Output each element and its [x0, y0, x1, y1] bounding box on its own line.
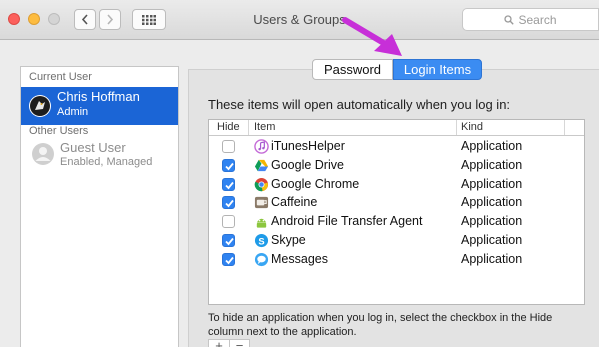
- search-icon: [504, 14, 515, 25]
- user-list-sidebar: Current User Chris Hoffman Admin Other U…: [20, 66, 179, 347]
- column-header-item[interactable]: Item: [254, 121, 275, 133]
- item-kind: Application: [461, 195, 523, 210]
- caffeine-icon: [254, 195, 269, 210]
- tab-password[interactable]: Password: [312, 59, 393, 80]
- hide-checkbox[interactable]: [222, 158, 235, 172]
- hide-checkbox[interactable]: [222, 177, 235, 191]
- table-row[interactable]: Messages Application: [209, 250, 584, 269]
- messages-icon: [254, 252, 269, 267]
- toolbar: Users & Groups Search: [0, 0, 599, 40]
- android-icon: [254, 214, 269, 229]
- skype-icon: S: [254, 233, 269, 248]
- add-remove-controls: + −: [208, 339, 250, 347]
- item-name: Messages: [271, 251, 328, 266]
- table-row[interactable]: Google Chrome Application: [209, 175, 584, 194]
- table-row[interactable]: S Skype Application: [209, 231, 584, 250]
- current-user-header: Current User: [29, 71, 92, 83]
- item-kind: Application: [461, 139, 523, 153]
- table-row[interactable]: iTunesHelper Application: [209, 137, 584, 156]
- svg-text:S: S: [258, 236, 264, 246]
- user-row-current[interactable]: Chris Hoffman Admin: [21, 87, 178, 125]
- guest-user-name: Guest User: [60, 140, 126, 155]
- hide-checkbox[interactable]: [222, 140, 235, 153]
- current-user-role: Admin: [57, 106, 89, 118]
- column-divider: [248, 120, 249, 135]
- column-header-kind[interactable]: Kind: [461, 121, 483, 133]
- item-name: Google Drive: [271, 157, 344, 172]
- table-row[interactable]: Caffeine Application: [209, 193, 584, 212]
- chrome-icon: [254, 177, 269, 192]
- login-items-table: Hide Item Kind iTunesHelper Application Go…: [208, 119, 585, 305]
- current-user-name: Chris Hoffman: [57, 89, 140, 104]
- hide-checkbox[interactable]: [222, 234, 235, 247]
- item-kind: Application: [461, 214, 523, 229]
- item-name: Android File Transfer Agent: [271, 214, 423, 229]
- hide-checkbox[interactable]: [222, 215, 235, 229]
- search-field[interactable]: Search: [462, 8, 599, 31]
- table-row[interactable]: Android File Transfer Agent Application: [209, 212, 584, 231]
- remove-item-button[interactable]: −: [228, 339, 249, 347]
- search-placeholder: Search: [518, 12, 557, 27]
- item-kind: Application: [461, 251, 523, 266]
- tab-login-items[interactable]: Login Items: [393, 59, 482, 80]
- item-name: iTunesHelper: [271, 139, 345, 153]
- itunes-icon: [254, 139, 269, 154]
- user-row-guest[interactable]: Guest User Enabled, Managed: [21, 139, 178, 173]
- google-drive-icon: [254, 158, 269, 173]
- item-name: Caffeine: [271, 195, 318, 210]
- table-row[interactable]: Google Drive Application: [209, 156, 584, 175]
- table-header: Hide Item Kind: [209, 120, 584, 136]
- item-kind: Application: [461, 157, 523, 172]
- item-name: Skype: [271, 233, 306, 247]
- column-divider: [456, 120, 457, 135]
- login-items-intro: These items will open automatically when…: [208, 97, 511, 112]
- column-header-hide[interactable]: Hide: [217, 121, 240, 133]
- help-text: To hide an application when you log in, …: [208, 312, 553, 338]
- column-divider: [564, 120, 565, 135]
- users-groups-window: Users & Groups Search Current User Chris…: [0, 0, 599, 347]
- item-name: Google Chrome: [271, 176, 360, 191]
- guest-user-status: Enabled, Managed: [60, 156, 153, 168]
- other-users-header: Other Users: [29, 125, 89, 137]
- eagle-avatar-icon: [29, 95, 51, 117]
- guest-avatar-icon: [32, 143, 54, 165]
- hide-checkbox[interactable]: [222, 196, 235, 210]
- hide-checkbox[interactable]: [222, 252, 235, 266]
- item-kind: Application: [461, 176, 523, 191]
- add-item-button[interactable]: +: [209, 339, 229, 347]
- item-kind: Application: [461, 233, 523, 247]
